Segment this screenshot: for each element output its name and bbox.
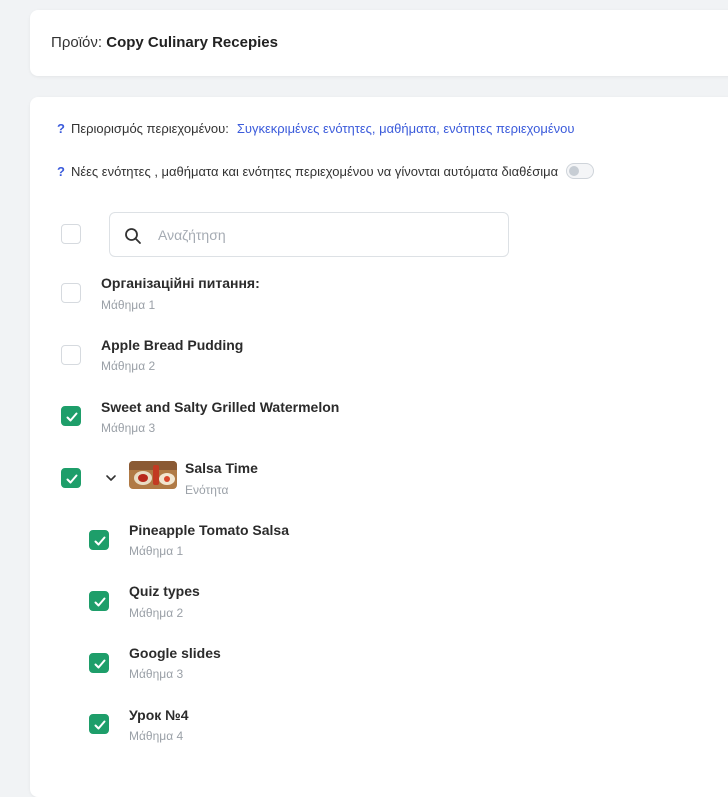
lesson-type: Μάθημα 3 xyxy=(129,667,184,681)
section-type: Ενότητα xyxy=(185,483,229,497)
checkmark-icon xyxy=(94,720,106,730)
auto-available-label: Νέες ενότητες , μαθήματα και ενότητες πε… xyxy=(70,163,559,179)
product-name: Copy Culinary Recepies xyxy=(106,34,278,51)
item-type: Μάθημα 3 xyxy=(101,421,156,435)
help-icon[interactable]: ? xyxy=(57,121,65,136)
product-label: Προϊόν: xyxy=(51,34,103,51)
lesson-type: Μάθημα 1 xyxy=(129,544,184,558)
lesson-title: Pineapple Tomato Salsa xyxy=(129,522,290,538)
lesson-title: Google slides xyxy=(129,645,221,661)
product-header-card: Προϊόν: Copy Culinary Recepies xyxy=(30,10,728,76)
auto-available-row: ? Νέες ενότητες , μαθήματα και ενότητες … xyxy=(57,163,595,179)
checkmark-icon xyxy=(94,597,106,607)
lesson-checkbox-checked[interactable] xyxy=(89,653,109,673)
content-access-card: ? Περιορισμός περιεχομένου: Συγκεκριμένε… xyxy=(30,97,728,797)
item-title: Apple Bread Pudding xyxy=(101,337,244,353)
checkmark-icon xyxy=(66,474,78,484)
search-icon xyxy=(125,228,141,244)
section-title: Salsa Time xyxy=(185,460,258,476)
select-all-checkbox[interactable] xyxy=(61,224,81,244)
search-box xyxy=(109,212,509,257)
lesson-checkbox-checked[interactable] xyxy=(89,714,109,734)
auto-available-toggle[interactable] xyxy=(566,163,595,179)
search-input[interactable] xyxy=(158,225,488,245)
lesson-checkbox-checked[interactable] xyxy=(89,530,109,550)
item-checkbox[interactable] xyxy=(61,345,81,365)
lesson-title: Урок №4 xyxy=(129,707,189,723)
checkmark-icon xyxy=(94,659,106,669)
lesson-title: Quiz types xyxy=(129,583,200,599)
section-thumbnail xyxy=(129,461,177,489)
item-checkbox-checked[interactable] xyxy=(61,406,81,426)
section-checkbox-checked[interactable] xyxy=(61,468,81,488)
checkmark-icon xyxy=(66,412,78,422)
item-title: Sweet and Salty Grilled Watermelon xyxy=(101,399,340,415)
item-type: Μάθημα 2 xyxy=(101,359,156,373)
item-title: Організаційні питання: xyxy=(101,275,260,291)
help-icon[interactable]: ? xyxy=(57,164,65,179)
item-checkbox[interactable] xyxy=(61,283,81,303)
restriction-label: Περιορισμός περιεχομένου: xyxy=(70,121,229,136)
content-restriction-row: ? Περιορισμός περιεχομένου: Συγκεκριμένε… xyxy=(57,121,575,136)
lesson-type: Μάθημα 2 xyxy=(129,606,184,620)
checkmark-icon xyxy=(94,536,106,546)
chevron-down-icon[interactable] xyxy=(105,473,117,483)
toggle-knob xyxy=(569,166,580,176)
item-type: Μάθημα 1 xyxy=(101,298,156,312)
lesson-type: Μάθημα 4 xyxy=(129,729,184,743)
restriction-link[interactable]: Συγκεκριμένες ενότητες, μαθήματα, ενότητ… xyxy=(237,121,575,136)
lesson-checkbox-checked[interactable] xyxy=(89,591,109,611)
product-title: Προϊόν: Copy Culinary Recepies xyxy=(51,34,278,51)
